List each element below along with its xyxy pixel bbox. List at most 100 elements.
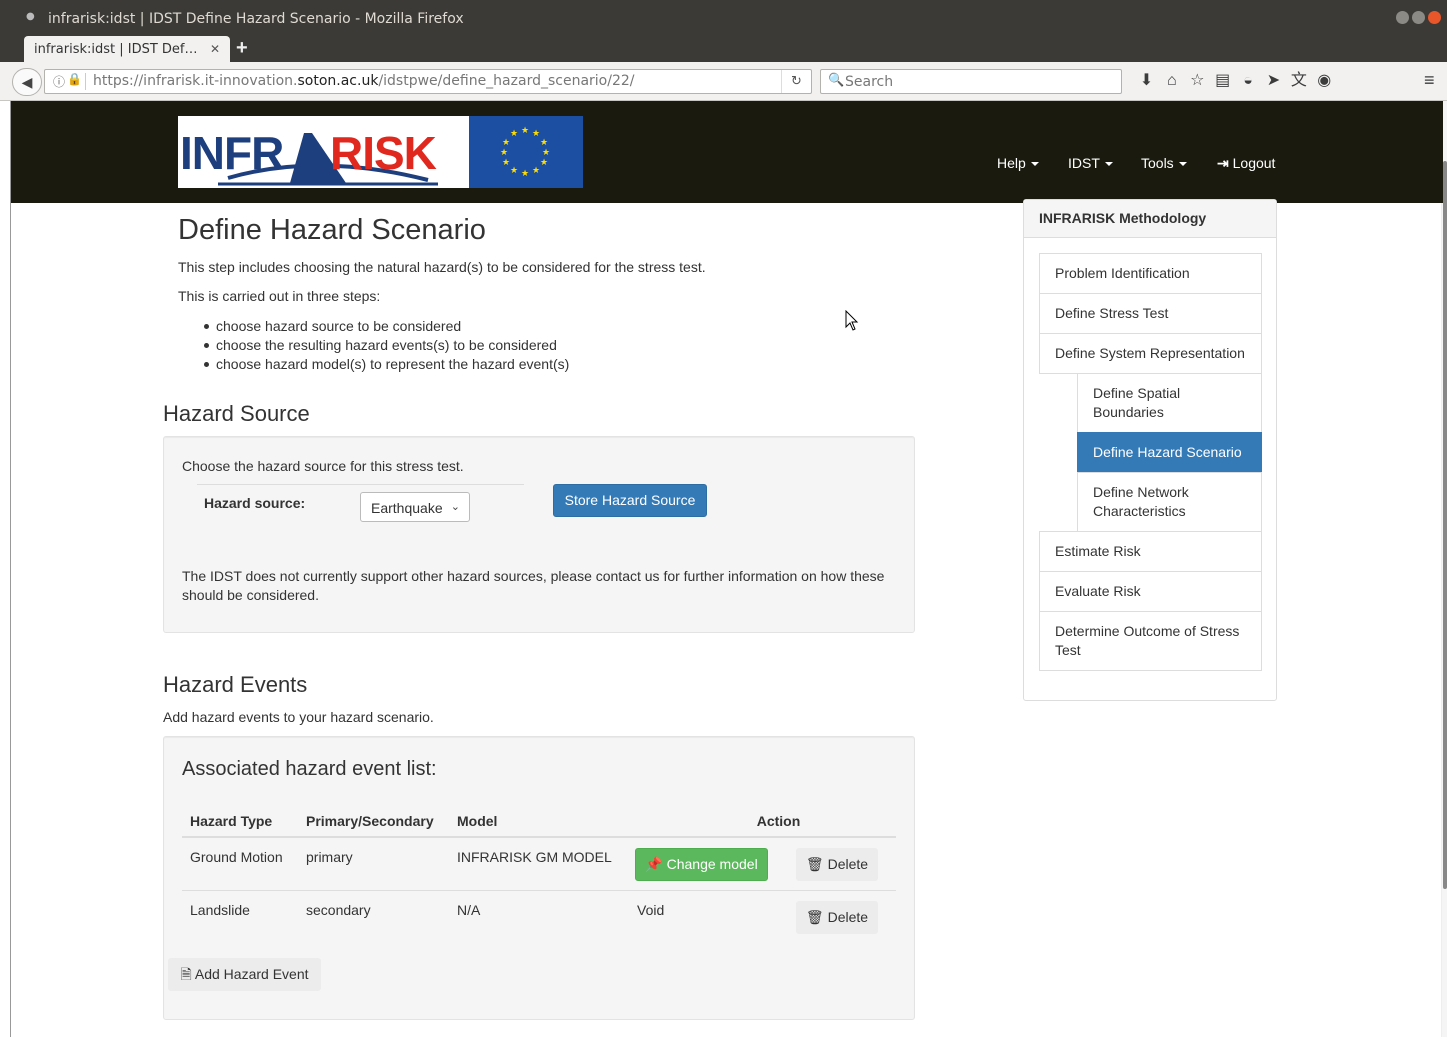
reload-icon[interactable]: ↻ — [781, 70, 811, 93]
page-content: INFR RISK ★ ★ ★ ★ ★ ★ ★ ★ ★ ★ ★ ★ Help I… — [0, 101, 1447, 1037]
svg-text:★: ★ — [540, 158, 548, 168]
delete-button[interactable]: 🗑 Delete — [796, 900, 878, 934]
pin-icon: 📌 — [645, 856, 663, 872]
translate-icon[interactable]: 文 — [1286, 70, 1311, 92]
table-row: Landslide secondary N/A Void 🗑 Delete — [182, 889, 896, 943]
steps-intro: This is carried out in three steps: — [178, 288, 381, 304]
caret-down-icon — [1030, 162, 1039, 167]
svg-text:★: ★ — [532, 166, 540, 176]
panel-heading: INFRARISK Methodology — [1024, 200, 1276, 238]
info-icon[interactable]: ⓘ — [53, 73, 65, 90]
file-icon: 🗎 — [180, 966, 192, 982]
download-icon[interactable]: ⬇ — [1134, 70, 1159, 92]
table-header-row: Hazard Type Primary/Secondary Model Acti… — [182, 805, 896, 838]
pocket-icon[interactable]: ◒ — [1236, 70, 1261, 92]
lock-icon[interactable]: 🔒 — [67, 72, 82, 86]
hazard-source-label: Hazard source: — [204, 495, 306, 511]
caret-down-icon — [1104, 162, 1113, 167]
logout-icon: ⇥ — [1217, 155, 1229, 171]
sidebar-item-estimate-risk[interactable]: Estimate Risk — [1039, 531, 1262, 572]
nav-help[interactable]: Help — [997, 155, 1039, 171]
hazard-source-prompt: Choose the hazard source for this stress… — [182, 458, 464, 474]
trash-icon: 🗑 — [805, 908, 824, 925]
page-title: Define Hazard Scenario — [178, 214, 486, 246]
methodology-panel: INFRARISK Methodology Problem Identifica… — [1023, 199, 1277, 701]
minimize-icon[interactable] — [1396, 11, 1409, 24]
window-title: infrarisk:idst | IDST Define Hazard Scen… — [48, 11, 464, 27]
window-controls — [1396, 11, 1441, 24]
svg-text:★: ★ — [510, 166, 518, 176]
caret-down-icon — [1178, 162, 1187, 167]
hazard-event-table: Hazard Type Primary/Secondary Model Acti… — [182, 805, 896, 943]
store-hazard-source-button[interactable]: Store Hazard Source — [553, 484, 707, 517]
hazard-events-heading: Hazard Events — [163, 672, 308, 697]
menu-hamburger-icon[interactable]: ≡ — [1424, 70, 1435, 91]
svg-text:★: ★ — [532, 129, 540, 139]
change-model-button[interactable]: 📌 Change model — [635, 848, 768, 881]
methodology-list: Problem Identification Define Stress Tes… — [1039, 253, 1262, 671]
maximize-icon[interactable] — [1412, 11, 1425, 24]
account-icon[interactable]: ◉ — [1312, 70, 1337, 92]
send-icon[interactable]: ➤ — [1261, 70, 1286, 92]
search-icon: 🔍 — [828, 73, 845, 88]
svg-text:★: ★ — [502, 158, 510, 168]
nav-tools[interactable]: Tools — [1141, 155, 1187, 171]
sidebar-item-problem-identification[interactable]: Problem Identification — [1039, 253, 1262, 294]
sidebar-item-define-network-characteristics[interactable]: Define Network Characteristics — [1077, 472, 1262, 532]
list-item: choose hazard model(s) to represent the … — [203, 356, 570, 372]
svg-text:★: ★ — [521, 126, 529, 136]
action-void: Void — [629, 889, 790, 943]
column-header: Primary/Secondary — [298, 805, 449, 838]
column-header: Hazard Type — [182, 805, 298, 838]
hazard-source-select[interactable]: Earthquake ⌄ — [360, 492, 470, 522]
tab-idst[interactable]: infrarisk:idst | IDST Def… ✕ — [24, 36, 230, 64]
new-tab-icon[interactable]: + — [236, 37, 248, 60]
svg-text:★: ★ — [510, 129, 518, 139]
hazard-source-heading: Hazard Source — [163, 401, 310, 426]
steps-list: choose hazard source to be considered ch… — [203, 317, 570, 374]
bookmark-star-icon[interactable]: ☆ — [1185, 70, 1210, 92]
reading-list-icon[interactable]: ▤ — [1210, 70, 1235, 92]
tab-title: infrarisk:idst | IDST Def… — [34, 42, 198, 57]
browser-search[interactable]: 🔍 — [820, 69, 1122, 94]
infrarisk-logo[interactable]: INFR RISK — [178, 116, 471, 188]
logo-text-left: INFR — [180, 127, 284, 179]
window-menu-icon[interactable]: ● — [26, 11, 35, 22]
sidebar-item-evaluate-risk[interactable]: Evaluate Risk — [1039, 571, 1262, 612]
svg-text:★: ★ — [540, 138, 548, 148]
window-title-bar: ● infrarisk:idst | IDST Define Hazard Sc… — [0, 0, 1447, 34]
tab-bar: infrarisk:idst | IDST Def… ✕ + — [0, 34, 1447, 64]
column-header: Action — [629, 805, 896, 838]
toolbar-icons: ⬇ ⌂ ☆ ▤ ◒ ➤ 文 ◉ — [1134, 70, 1337, 92]
sidebar-item-define-hazard-scenario[interactable]: Define Hazard Scenario — [1077, 432, 1262, 473]
home-icon[interactable]: ⌂ — [1159, 70, 1184, 92]
close-window-icon[interactable] — [1428, 11, 1441, 24]
nav-idst[interactable]: IDST — [1068, 155, 1113, 171]
sidebar-item-define-system-representation[interactable]: Define System Representation — [1039, 333, 1262, 374]
mouse-cursor-icon — [845, 310, 859, 331]
hazard-events-intro: Add hazard events to your hazard scenari… — [163, 709, 434, 725]
add-hazard-event-button[interactable]: 🗎 Add Hazard Event — [168, 958, 321, 991]
intro-text: This step includes choosing the natural … — [178, 259, 706, 275]
url-bar[interactable]: ⓘ 🔒 https://infrarisk.it-innovation.soto… — [44, 69, 812, 94]
eu-stars-icon: ★ ★ ★ ★ ★ ★ ★ ★ ★ ★ ★ ★ — [500, 126, 550, 179]
close-tab-icon[interactable]: ✕ — [210, 42, 220, 56]
sidebar-item-determine-outcome[interactable]: Determine Outcome of Stress Test — [1039, 611, 1262, 671]
list-item: choose hazard source to be considered — [203, 317, 569, 336]
logo-text-right: RISK — [330, 127, 437, 179]
svg-text:★: ★ — [542, 148, 550, 158]
nav-logout[interactable]: ⇥ Logout — [1217, 155, 1275, 172]
url-text[interactable]: https://infrarisk.it-innovation.soton.ac… — [93, 73, 634, 89]
delete-button[interactable]: 🗑 Delete — [796, 848, 878, 881]
back-arrow-icon[interactable]: ◀ — [12, 68, 42, 96]
list-item: choose the resulting hazard events(s) to… — [203, 336, 569, 355]
hazard-source-note: The IDST does not currently support othe… — [182, 568, 885, 603]
svg-text:★: ★ — [521, 169, 529, 179]
chevron-down-icon: ⌄ — [450, 501, 460, 513]
trash-icon: 🗑 — [805, 856, 824, 872]
sidebar-item-define-spatial-boundaries[interactable]: Define Spatial Boundaries — [1077, 373, 1262, 433]
svg-text:★: ★ — [500, 148, 508, 158]
sidebar-item-define-stress-test[interactable]: Define Stress Test — [1039, 293, 1262, 334]
table-row: Ground Motion primary INFRARISK GM MODEL… — [182, 837, 896, 890]
search-input[interactable] — [845, 72, 1115, 91]
